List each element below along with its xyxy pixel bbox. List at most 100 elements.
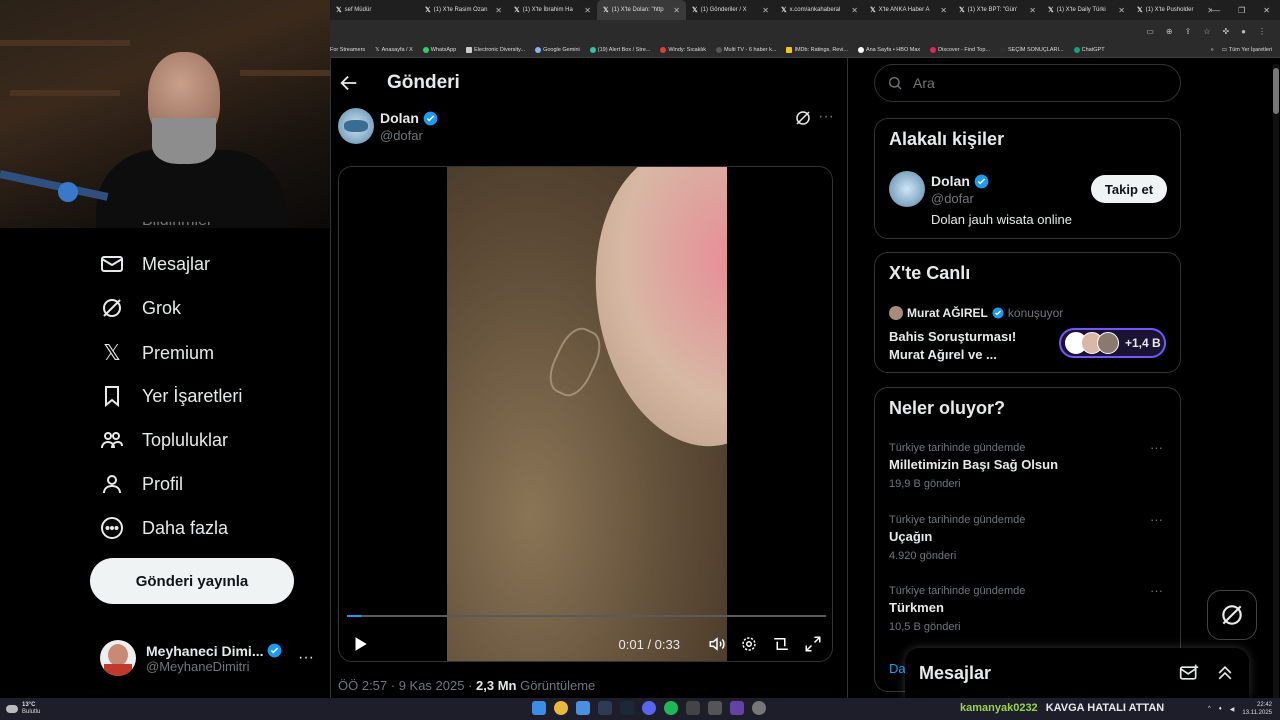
more-icon[interactable]: ··· bbox=[1150, 440, 1163, 455]
chevron-up-icon[interactable]: ^ bbox=[1208, 706, 1211, 712]
search-input[interactable] bbox=[913, 75, 1153, 91]
more-bookmarks-icon[interactable]: » bbox=[1211, 47, 1214, 53]
trend-item[interactable]: Türkiye tarihinde gündemde Uçağın 4.920 … bbox=[889, 512, 1169, 562]
picture-in-picture-icon[interactable] bbox=[772, 635, 790, 653]
browser-tab[interactable]: 𝕏 X'te ANKA Haber A ✕ bbox=[864, 0, 953, 20]
author-handle[interactable]: @dofar bbox=[380, 128, 423, 143]
maximize-icon[interactable]: ❐ bbox=[1238, 6, 1245, 15]
browser-tab[interactable]: 𝕏sef Müdür bbox=[330, 0, 419, 20]
star-icon[interactable]: ☆ bbox=[1203, 27, 1210, 36]
nav-bookmarks[interactable]: Yer İşaretleri bbox=[100, 384, 242, 408]
related-handle[interactable]: @dofar bbox=[931, 191, 974, 206]
avatar[interactable] bbox=[889, 171, 925, 207]
app-icon[interactable] bbox=[752, 701, 766, 715]
nav-grok[interactable]: Grok bbox=[100, 296, 181, 320]
extension-icon[interactable]: ✜ bbox=[1222, 27, 1229, 36]
new-message-icon[interactable] bbox=[1179, 663, 1199, 683]
weather-widget[interactable]: 13°C Bulutlu bbox=[0, 702, 40, 716]
more-icon[interactable]: ··· bbox=[818, 108, 834, 126]
volume-icon[interactable]: ◀ bbox=[1230, 706, 1235, 713]
settings-gear-icon[interactable] bbox=[740, 635, 758, 653]
close-icon[interactable]: ✕ bbox=[851, 6, 858, 15]
back-arrow-icon[interactable] bbox=[338, 72, 360, 94]
steam-icon[interactable] bbox=[620, 701, 634, 715]
all-bookmarks[interactable]: ▭ Tüm Yer İşaretleri bbox=[1222, 47, 1272, 53]
bookmark[interactable]: For Streamers bbox=[330, 47, 365, 53]
more-icon[interactable]: ··· bbox=[1150, 583, 1163, 598]
close-icon[interactable]: ✕ bbox=[584, 6, 591, 15]
trend-item[interactable]: Türkiye tarihinde gündemde Milletimizin … bbox=[889, 440, 1169, 490]
bookmark[interactable]: Ana Sayfa • HBO Max bbox=[857, 46, 920, 53]
bookmark[interactable]: IMDb: Ratings, Revi... bbox=[786, 46, 848, 53]
bookmark[interactable]: Discover - Find Top... bbox=[930, 46, 990, 53]
chrome-icon[interactable] bbox=[554, 701, 568, 715]
browser-tab[interactable]: 𝕏 (1) X'te Daily Türki ✕ bbox=[1042, 0, 1131, 20]
profile-icon[interactable]: ● bbox=[1241, 27, 1246, 36]
live-listeners-pill[interactable]: +1,4 B bbox=[1059, 328, 1166, 358]
nav-messages[interactable]: Mesajlar bbox=[100, 252, 210, 276]
post-timestamp[interactable]: ÖÖ 2:57 · 9 Kas 2025 · bbox=[338, 678, 476, 693]
cast-icon[interactable]: ▭ bbox=[1146, 27, 1154, 36]
nav-more[interactable]: Daha fazla bbox=[100, 516, 228, 540]
bookmark[interactable]: Windy: Sıcaklık bbox=[660, 46, 706, 53]
bookmark[interactable]: Google Gemini bbox=[535, 46, 580, 53]
close-icon[interactable]: ✕ bbox=[762, 6, 769, 15]
bookmark[interactable]: Multi TV - 6 haber k... bbox=[715, 46, 776, 53]
follow-button[interactable]: Takip et bbox=[1091, 175, 1167, 203]
author-name[interactable]: Dolan bbox=[380, 110, 438, 126]
more-icon[interactable]: ··· bbox=[298, 649, 314, 667]
grok-icon[interactable] bbox=[794, 109, 812, 127]
nav-notifications[interactable]: Bildirimler bbox=[100, 212, 212, 230]
expand-up-icon[interactable] bbox=[1215, 663, 1235, 683]
minimize-icon[interactable]: — bbox=[1212, 6, 1220, 15]
scrollbar-thumb[interactable] bbox=[1273, 68, 1279, 114]
bookmark[interactable]: WhatsApp bbox=[422, 46, 456, 53]
live-topic[interactable]: Bahis Soruşturması! Murat Ağırel ve ... bbox=[889, 328, 1039, 364]
scrollbar[interactable] bbox=[1273, 64, 1279, 698]
clock[interactable]: 22:42 13.11.2025 bbox=[1242, 701, 1272, 717]
obs-icon[interactable] bbox=[598, 701, 612, 715]
nav-profile[interactable]: Profil bbox=[100, 472, 183, 496]
grok-floating-button[interactable] bbox=[1207, 590, 1257, 640]
play-icon[interactable] bbox=[351, 635, 369, 653]
video-progress-bar[interactable] bbox=[347, 615, 826, 617]
show-more-link[interactable]: Da bbox=[889, 661, 906, 676]
app-icon[interactable] bbox=[686, 701, 700, 715]
post-button[interactable]: Gönderi yayınla bbox=[90, 558, 294, 604]
browser-tab[interactable]: 𝕏 (1) Gönderiler / X ✕ bbox=[686, 0, 775, 20]
spotify-icon[interactable] bbox=[664, 701, 678, 715]
browser-tab[interactable]: 𝕏x.com/ankahaberal ✕ bbox=[775, 0, 864, 20]
browser-tab[interactable]: 𝕏 (1) X'te İbrahim Ha ✕ bbox=[508, 0, 597, 20]
close-icon[interactable]: ✕ bbox=[940, 6, 947, 15]
close-icon[interactable]: ✕ bbox=[495, 6, 502, 15]
bookmark[interactable]: (19) Alert Box / Stre... bbox=[589, 46, 650, 53]
bookmark[interactable]: Electronic Diversity... bbox=[466, 46, 525, 53]
live-host[interactable]: Murat AĞIREL konuşuyor bbox=[889, 306, 1063, 320]
close-icon[interactable]: ✕ bbox=[673, 6, 680, 15]
windows-start-icon[interactable] bbox=[532, 701, 546, 715]
browser-tab[interactable]: 𝕏 (1) X'te Pusholder ✕ bbox=[1131, 0, 1220, 20]
menu-icon[interactable]: ⋮ bbox=[1258, 27, 1266, 36]
more-icon[interactable]: ··· bbox=[1150, 512, 1163, 527]
close-window-icon[interactable]: ✕ bbox=[1263, 6, 1270, 15]
twitch-icon[interactable] bbox=[730, 701, 744, 715]
messages-drawer[interactable]: Mesajlar bbox=[905, 648, 1249, 698]
fullscreen-icon[interactable] bbox=[804, 635, 822, 653]
volume-icon[interactable] bbox=[708, 635, 726, 653]
close-icon[interactable]: ✕ bbox=[1118, 6, 1125, 15]
close-icon[interactable]: ✕ bbox=[1029, 6, 1036, 15]
discord-icon[interactable] bbox=[642, 701, 656, 715]
video-player[interactable]: 0:01 / 0:33 bbox=[338, 166, 833, 662]
share-icon[interactable]: ⇪ bbox=[1185, 27, 1192, 36]
file-explorer-icon[interactable] bbox=[576, 701, 590, 715]
nav-communities[interactable]: Topluluklar bbox=[100, 428, 228, 452]
bookmark[interactable]: 𝕏 Anasayfa / X bbox=[375, 47, 413, 53]
mic-icon[interactable]: ♦ bbox=[1219, 706, 1222, 712]
author-avatar[interactable] bbox=[338, 108, 374, 144]
nav-premium[interactable]: 𝕏 Premium bbox=[100, 340, 214, 366]
browser-tab-active[interactable]: 𝕏 (1) X'te Dolan: "http ✕ bbox=[597, 0, 686, 20]
zoom-icon[interactable]: ⊕ bbox=[1166, 27, 1173, 36]
account-switcher[interactable]: Meyhaneci Dimi... @MeyhaneDimitri ··· bbox=[100, 636, 314, 680]
bookmark[interactable]: ChatGPT bbox=[1073, 46, 1105, 53]
trend-item[interactable]: Türkiye tarihinde gündemde Türkmen 10,5 … bbox=[889, 583, 1169, 633]
